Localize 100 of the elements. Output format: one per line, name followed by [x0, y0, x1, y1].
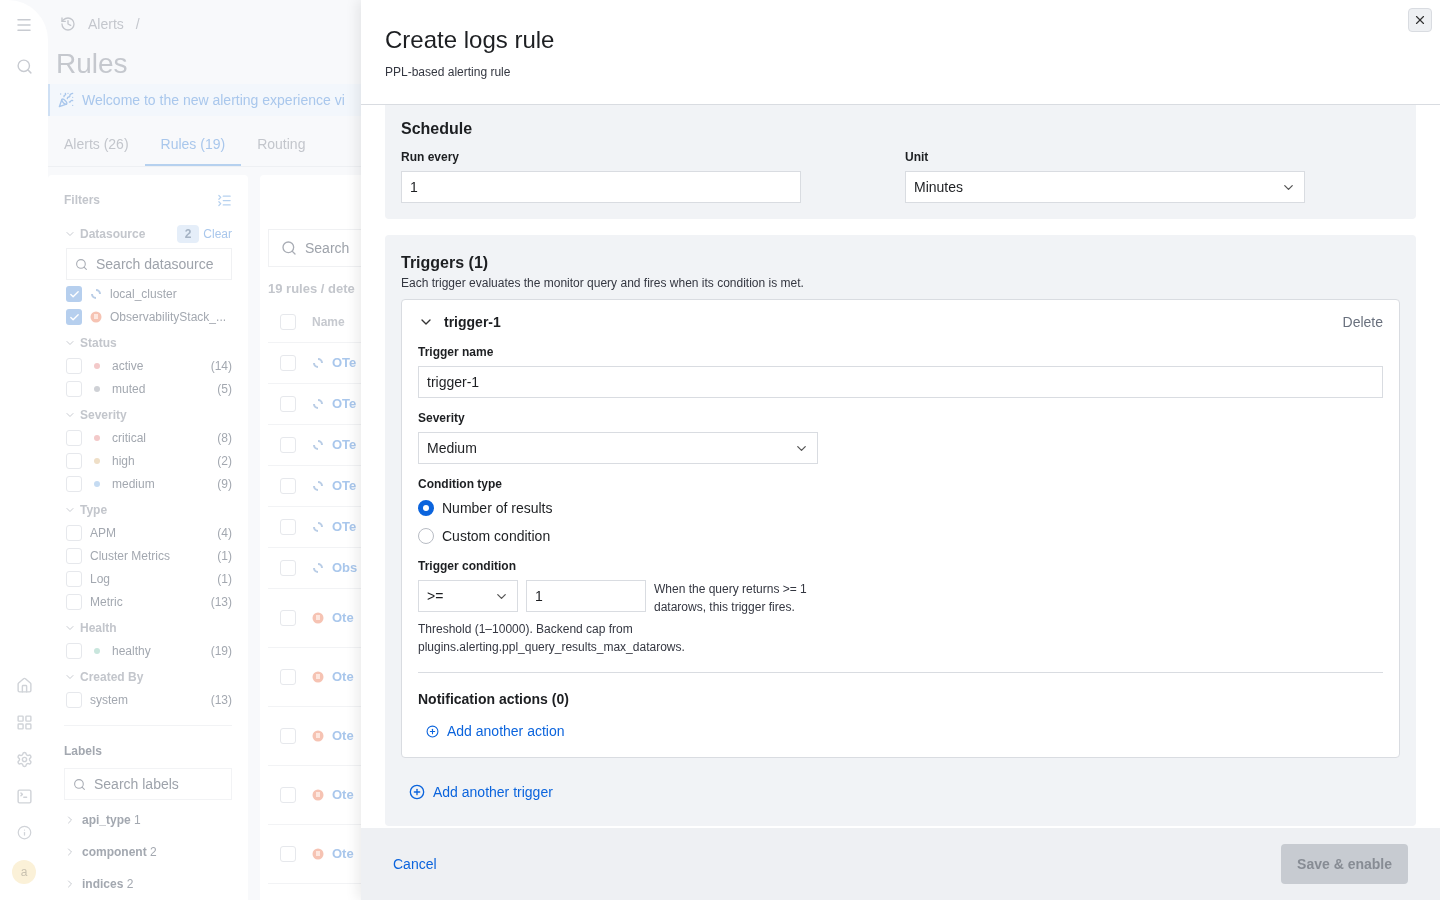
- checkbox[interactable]: [280, 477, 296, 494]
- checkbox[interactable]: [280, 609, 296, 626]
- rule-name[interactable]: Ote: [332, 784, 354, 805]
- filter-option[interactable]: ObservabilityStack_...: [110, 308, 227, 326]
- cancel-link[interactable]: Cancel: [393, 854, 437, 874]
- delete-button[interactable]: Delete: [1342, 312, 1383, 332]
- checkbox[interactable]: [280, 845, 296, 862]
- radio-button[interactable]: [418, 528, 434, 544]
- checkbox[interactable]: [66, 571, 82, 587]
- rule-name[interactable]: OTe: [332, 352, 357, 373]
- input-field[interactable]: 1: [526, 580, 646, 612]
- checkbox[interactable]: [280, 395, 296, 412]
- checkbox[interactable]: [66, 525, 82, 541]
- flyout-subtitle: PPL-based alerting rule: [385, 64, 512, 80]
- filter-group-title[interactable]: Created By: [80, 668, 144, 686]
- search-icon: [73, 777, 86, 791]
- select-field[interactable]: Minutes: [905, 171, 1305, 203]
- field-label: Severity: [418, 410, 466, 426]
- checkbox[interactable]: [66, 476, 82, 492]
- checkbox[interactable]: [280, 727, 296, 744]
- select-field[interactable]: Medium: [418, 432, 818, 464]
- filter-option[interactable]: Cluster Metrics: [90, 547, 170, 565]
- column-header[interactable]: Name: [312, 313, 345, 331]
- checkbox[interactable]: [280, 354, 296, 371]
- tab[interactable]: Rules (19): [144, 124, 242, 166]
- datasource-icon: [312, 438, 324, 451]
- option-count: (8): [217, 430, 232, 447]
- checkbox[interactable]: [280, 559, 296, 576]
- radio-label[interactable]: Number of results: [442, 498, 553, 518]
- settings-icon[interactable]: [15, 751, 33, 768]
- radio-label[interactable]: Custom condition: [442, 526, 551, 546]
- checkbox[interactable]: [66, 309, 82, 325]
- checkbox[interactable]: [66, 430, 82, 446]
- checkbox[interactable]: [66, 381, 82, 397]
- checkbox[interactable]: [280, 314, 296, 330]
- plus-icon: [426, 724, 439, 738]
- home-icon[interactable]: [15, 677, 33, 694]
- option-count: (1): [217, 571, 232, 588]
- filter-option[interactable]: Log: [90, 570, 111, 588]
- rule-name[interactable]: Ote: [332, 666, 354, 687]
- info-icon[interactable]: [16, 825, 32, 840]
- filter-group-title[interactable]: Datasource: [80, 225, 146, 243]
- label-key[interactable]: component 2: [82, 843, 157, 861]
- checkbox[interactable]: [66, 692, 82, 708]
- filter-option[interactable]: active: [112, 357, 144, 375]
- search-icon[interactable]: [15, 58, 33, 75]
- rule-name[interactable]: OTe: [332, 393, 357, 414]
- filter-option[interactable]: APM: [90, 524, 116, 542]
- input-field[interactable]: 1: [401, 171, 801, 203]
- console-icon[interactable]: [15, 788, 33, 805]
- datasource-icon: [90, 311, 102, 323]
- search-field[interactable]: Search datasource: [66, 248, 232, 280]
- checkbox[interactable]: [280, 436, 296, 453]
- option-count: (13): [210, 594, 232, 611]
- checkbox[interactable]: [280, 518, 296, 535]
- label-key[interactable]: api_type 1: [82, 811, 141, 829]
- add-action-button[interactable]: Add another action: [426, 721, 565, 741]
- datasource-icon: [312, 479, 324, 492]
- breadcrumb[interactable]: /: [135, 14, 140, 34]
- filter-group-title[interactable]: Status: [80, 334, 117, 352]
- filter-option[interactable]: high: [112, 452, 135, 470]
- filter-option[interactable]: local_cluster: [110, 285, 177, 303]
- checkbox[interactable]: [66, 453, 82, 469]
- checkbox[interactable]: [66, 643, 82, 659]
- grid-icon[interactable]: [15, 714, 33, 731]
- label-key[interactable]: indices 2: [82, 875, 134, 893]
- datasource-icon: [312, 561, 324, 574]
- filter-option[interactable]: system: [90, 691, 128, 709]
- rule-name[interactable]: Ote: [332, 843, 354, 864]
- datasource-icon: [312, 788, 324, 801]
- select-field[interactable]: >=: [418, 580, 518, 612]
- checkbox[interactable]: [280, 668, 296, 685]
- collapse-icon[interactable]: [217, 192, 232, 208]
- search-field[interactable]: Search labels: [64, 768, 232, 800]
- input-field[interactable]: trigger-1: [418, 366, 1383, 398]
- checkbox[interactable]: [66, 548, 82, 564]
- filter-group-title[interactable]: Severity: [80, 406, 127, 424]
- filter-option[interactable]: medium: [112, 475, 155, 493]
- rule-name[interactable]: OTe: [332, 475, 357, 496]
- filter-option[interactable]: Metric: [90, 593, 123, 611]
- filter-option[interactable]: healthy: [112, 642, 151, 660]
- close-button[interactable]: [1408, 8, 1432, 32]
- radio-button[interactable]: [418, 500, 434, 516]
- trigger-title[interactable]: trigger-1: [444, 312, 501, 332]
- checkbox[interactable]: [66, 358, 82, 374]
- filter-option[interactable]: critical: [112, 429, 146, 447]
- rule-name[interactable]: Obs: [332, 557, 358, 578]
- checkbox[interactable]: [66, 594, 82, 610]
- menu-icon[interactable]: [15, 16, 33, 34]
- filter-option[interactable]: muted: [112, 380, 146, 398]
- rule-name[interactable]: OTe: [332, 434, 357, 455]
- checkbox[interactable]: [280, 786, 296, 803]
- rule-name[interactable]: OTe: [332, 516, 357, 537]
- add-trigger-button[interactable]: Add another trigger: [409, 782, 553, 802]
- clear-link[interactable]: Clear: [203, 225, 232, 243]
- rule-name[interactable]: Ote: [332, 725, 354, 746]
- filter-group-title[interactable]: Type: [80, 501, 108, 519]
- checkbox[interactable]: [66, 286, 82, 302]
- rule-name[interactable]: Ote: [332, 607, 354, 628]
- filter-group-title[interactable]: Health: [80, 619, 117, 637]
